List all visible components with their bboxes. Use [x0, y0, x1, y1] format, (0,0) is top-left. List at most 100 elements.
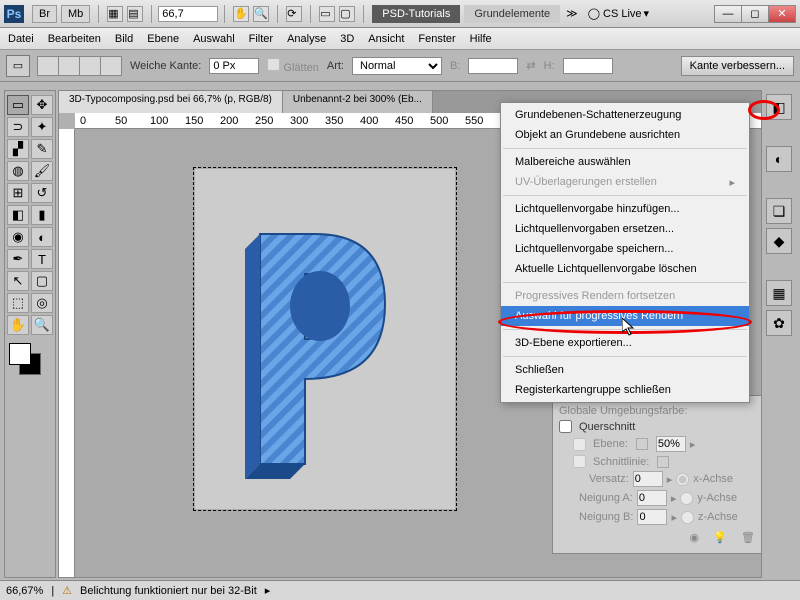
menu-close-tab-group[interactable]: Registerkartengruppe schließen [501, 380, 749, 400]
style-label: Art: [327, 60, 344, 72]
toolbox: ▭✥ ⊃✦ ▞✎ ◍🖌 ⊞↺ ◧▮ ◉◐ ✒T ↖▢ ⬚◎ ✋🔍 [4, 90, 56, 578]
y-axis-radio [680, 492, 693, 505]
swatches-panel-icon[interactable]: ▦ [766, 280, 792, 306]
adjustments-panel-icon[interactable]: ◐ [766, 146, 792, 172]
layers-panel-icon[interactable]: ❏ [766, 198, 792, 224]
shape-tool[interactable]: ▢ [31, 271, 53, 291]
menu-filter[interactable]: Filter [249, 33, 273, 45]
gradient-tool[interactable]: ▮ [31, 205, 53, 225]
menu-bild[interactable]: Bild [115, 33, 133, 45]
menu-3d[interactable]: 3D [340, 33, 354, 45]
maximize-button[interactable]: ◻ [741, 5, 769, 23]
menu-bearbeiten[interactable]: Bearbeiten [48, 33, 101, 45]
hand-tool[interactable]: ✋ [7, 315, 29, 335]
channels-panel-icon[interactable]: ◆ [766, 228, 792, 254]
select-subtract-icon[interactable] [79, 56, 101, 76]
wand-tool[interactable]: ✦ [31, 117, 53, 137]
antialias-checkbox [267, 58, 280, 71]
cross-section-checkbox[interactable] [559, 420, 572, 433]
styles-panel-icon[interactable]: ✿ [766, 310, 792, 336]
menu-auswahl[interactable]: Auswahl [193, 33, 235, 45]
cslive-button[interactable]: CS Live [603, 8, 642, 20]
crop-tool[interactable]: ▞ [7, 139, 29, 159]
path-select-tool[interactable]: ↖ [7, 271, 29, 291]
width-label: B: [450, 60, 460, 72]
document-tab-1[interactable]: 3D-Typocomposing.psd bei 66,7% (p, RGB/8… [59, 91, 283, 113]
blur-tool[interactable]: ◉ [7, 227, 29, 247]
eyedropper-tool[interactable]: ✎ [31, 139, 53, 159]
tilt-a-input [637, 490, 667, 506]
render-icon[interactable]: ◉ [689, 531, 699, 544]
zoom-status: 66,67% [6, 585, 43, 597]
menu-fenster[interactable]: Fenster [418, 33, 455, 45]
menu-add-light-preset[interactable]: Lichtquellenvorgabe hinzufügen... [501, 199, 749, 219]
3d-letter-p [225, 204, 415, 484]
menu-export-3d-layer[interactable]: 3D-Ebene exportieren... [501, 333, 749, 353]
menu-save-light-preset[interactable]: Lichtquellenvorgabe speichern... [501, 239, 749, 259]
menu-analyse[interactable]: Analyse [287, 33, 326, 45]
view-rulers-icon[interactable]: ▤ [127, 6, 143, 22]
menu-select-paintable[interactable]: Malbereiche auswählen [501, 152, 749, 172]
hand-icon[interactable]: ✋ [233, 6, 249, 22]
options-bar: ▭ Weiche Kante: Glätten Art: Normal B: ⇄… [0, 50, 800, 82]
menu-ansicht[interactable]: Ansicht [368, 33, 404, 45]
camera-tool[interactable]: ◎ [31, 293, 53, 313]
cursor-icon [622, 318, 636, 336]
3d-tool[interactable]: ⬚ [7, 293, 29, 313]
z-axis-radio [681, 511, 694, 524]
menu-delete-light-preset[interactable]: Aktuelle Lichtquellenvorgabe löschen [501, 259, 749, 279]
select-intersect-icon[interactable] [100, 56, 122, 76]
screen-mode-icon[interactable]: ▢ [339, 6, 355, 22]
x-axis-radio [676, 473, 689, 486]
brush-tool[interactable]: 🖌 [31, 161, 53, 181]
menu-close[interactable]: Schließen [501, 360, 749, 380]
bridge-button[interactable]: Br [32, 5, 57, 23]
vertical-ruler [59, 129, 75, 577]
lasso-tool[interactable]: ⊃ [7, 117, 29, 137]
stamp-tool[interactable]: ⊞ [7, 183, 29, 203]
light-icon[interactable]: 💡 [713, 531, 727, 544]
close-button[interactable]: ✕ [768, 5, 796, 23]
menu-hilfe[interactable]: Hilfe [470, 33, 492, 45]
pen-tool[interactable]: ✒ [7, 249, 29, 269]
select-add-icon[interactable] [58, 56, 80, 76]
minimize-button[interactable]: — [714, 5, 742, 23]
refine-edge-button[interactable]: Kante verbessern... [681, 56, 794, 76]
panel-strip: ◧ ◐ ❏ ◆ ▦ ✿ [764, 90, 796, 578]
menu-replace-light-preset[interactable]: Lichtquellenvorgaben ersetzen... [501, 219, 749, 239]
menu-snap-ground[interactable]: Objekt an Grundebene ausrichten [501, 125, 749, 145]
eraser-tool[interactable]: ◧ [7, 205, 29, 225]
heal-tool[interactable]: ◍ [7, 161, 29, 181]
view-extras-icon[interactable]: ▦ [107, 6, 123, 22]
panel-flyout-menu: Grundebenen-Schattenerzeugung Objekt an … [500, 102, 750, 403]
menu-ground-shadow[interactable]: Grundebenen-Schattenerzeugung [501, 105, 749, 125]
menu-datei[interactable]: Datei [8, 33, 34, 45]
style-select[interactable]: Normal [352, 57, 442, 75]
menu-ebene[interactable]: Ebene [147, 33, 179, 45]
history-brush-tool[interactable]: ↺ [31, 183, 53, 203]
document-tab-2[interactable]: Unbenannt-2 bei 300% (Eb... [283, 91, 433, 113]
arrange-icon[interactable]: ▭ [319, 6, 335, 22]
color-panel-icon[interactable]: ◧ [766, 94, 792, 120]
plane-checkbox [573, 438, 586, 451]
dodge-tool[interactable]: ◐ [31, 227, 53, 247]
workspace-tab-1[interactable]: PSD-Tutorials [372, 5, 460, 23]
marquee-tool[interactable]: ▭ [7, 95, 29, 115]
current-tool-icon[interactable]: ▭ [6, 55, 30, 77]
menubar: Datei Bearbeiten Bild Ebene Auswahl Filt… [0, 28, 800, 50]
minibridge-button[interactable]: Mb [61, 5, 90, 23]
zoom-combo[interactable] [158, 6, 218, 22]
trash-icon[interactable]: 🗑 [741, 531, 755, 544]
foreground-color[interactable] [9, 343, 31, 365]
tilt-b-input [637, 509, 667, 525]
move-tool[interactable]: ✥ [31, 95, 53, 115]
zoom-icon[interactable]: 🔍 [253, 6, 269, 22]
workspace-tab-2[interactable]: Grundelemente [464, 5, 560, 23]
height-label: H: [544, 60, 555, 72]
menu-resume-render: Progressives Rendern fortsetzen [501, 286, 749, 306]
rotate-icon[interactable]: ⟳ [286, 6, 302, 22]
zoom-tool[interactable]: 🔍 [31, 315, 53, 335]
select-new-icon[interactable] [37, 56, 59, 76]
feather-input[interactable] [209, 58, 259, 74]
type-tool[interactable]: T [31, 249, 53, 269]
